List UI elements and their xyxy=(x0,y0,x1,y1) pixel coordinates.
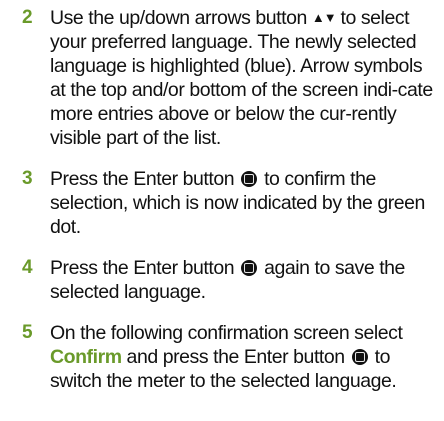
step-text: Press the Enter button to confirm the se… xyxy=(50,167,436,239)
confirm-keyword: Confirm xyxy=(50,346,122,368)
step-text-part: On the following confirmation screen sel… xyxy=(50,322,403,344)
step-number: 2 xyxy=(22,7,33,28)
step-2: 2 Use the up/down arrows button ▲▼ to se… xyxy=(22,6,436,150)
step-text: On the following confirmation screen sel… xyxy=(50,321,436,393)
step-5: 5 On the following confirmation screen s… xyxy=(22,321,436,393)
enter-button-icon xyxy=(241,171,258,187)
enter-button-icon xyxy=(241,260,258,276)
step-text: Press the Enter button again to save the… xyxy=(50,256,436,304)
step-number: 4 xyxy=(22,257,33,278)
enter-button-icon xyxy=(351,349,368,365)
step-4: 4 Press the Enter button again to save t… xyxy=(22,256,436,304)
up-down-arrows-icon: ▲▼ xyxy=(311,10,337,25)
step-text-part: Press the Enter button xyxy=(50,257,240,279)
step-text-part: Press the Enter button xyxy=(50,168,240,190)
step-3: 3 Press the Enter button to confirm the … xyxy=(22,167,436,239)
step-text-part: and press the Enter button xyxy=(121,346,350,368)
step-text-part: Use the up/down arrows button xyxy=(50,7,312,29)
step-text: Use the up/down arrows button ▲▼ to sele… xyxy=(50,6,436,150)
step-number: 5 xyxy=(22,322,33,343)
instruction-steps: 2 Use the up/down arrows button ▲▼ to se… xyxy=(0,0,444,393)
step-number: 3 xyxy=(22,168,33,189)
